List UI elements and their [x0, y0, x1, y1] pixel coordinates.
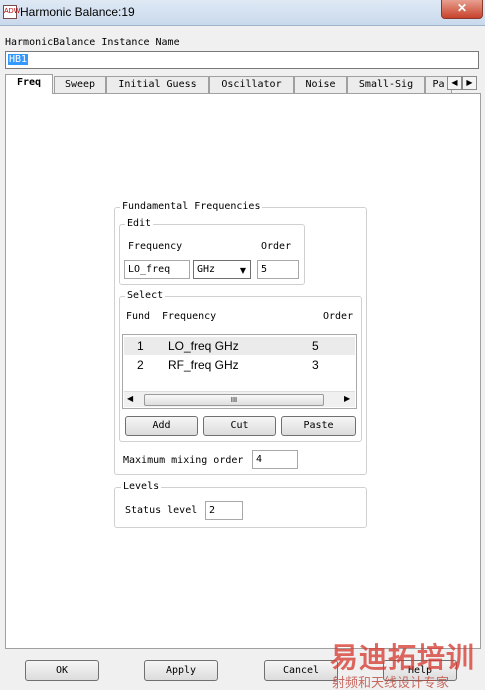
close-button[interactable]: ✕	[441, 0, 483, 19]
frequency-input[interactable]: LO_freq	[124, 260, 190, 279]
tab-scroll-left-icon[interactable]: ◀	[447, 76, 462, 90]
app-icon: ADW	[3, 5, 20, 19]
tab-freq[interactable]: Freq	[5, 74, 53, 94]
chevron-down-icon: ▼	[239, 266, 246, 275]
column-frequency: Frequency	[162, 311, 217, 322]
instance-name-value: HB1	[8, 54, 29, 65]
horizontal-scrollbar[interactable]: ◀ III ▶	[124, 391, 355, 407]
column-order: Order	[323, 311, 354, 322]
window-title: Harmonic Balance:19	[20, 5, 135, 19]
status-level-label: Status level	[125, 505, 198, 516]
instance-name-input[interactable]: HB1	[5, 51, 479, 69]
max-mixing-order-label: Maximum mixing order	[123, 455, 244, 466]
tab-sweep[interactable]: Sweep	[54, 76, 106, 93]
list-item[interactable]: 2 RF_freq GHz 3	[124, 356, 355, 374]
scroll-thumb[interactable]: III	[144, 394, 324, 406]
tab-initial-guess[interactable]: Initial Guess	[106, 76, 209, 93]
list-item-fund: 1	[137, 339, 144, 353]
list-item-fund: 2	[137, 358, 144, 372]
cancel-button[interactable]: Cancel	[264, 660, 338, 681]
tab-noise[interactable]: Noise	[294, 76, 347, 93]
levels-title: Levels	[121, 481, 162, 492]
unit-select[interactable]: GHz ▼	[193, 260, 251, 279]
column-fund: Fund	[126, 311, 151, 322]
list-item[interactable]: 1 LO_freq GHz 5	[124, 337, 355, 355]
unit-select-value: GHz	[197, 264, 216, 275]
edit-title: Edit	[125, 218, 154, 229]
apply-button[interactable]: Apply	[144, 660, 218, 681]
help-button[interactable]: Help	[383, 660, 457, 681]
frequency-list[interactable]: 1 LO_freq GHz 5 2 RF_freq GHz 3 ◀ III ▶	[122, 334, 357, 409]
tab-scroll-right-icon[interactable]: ▶	[462, 76, 477, 90]
title-bar: ADW Harmonic Balance:19 ✕	[0, 0, 485, 26]
tab-bar: Freq Sweep Initial Guess Oscillator Nois…	[5, 74, 481, 94]
list-item-frequency: RF_freq GHz	[168, 358, 239, 372]
order-input[interactable]: 5	[257, 260, 299, 279]
select-title: Select	[125, 290, 166, 301]
frequency-label: Frequency	[128, 241, 183, 252]
instance-name-label: HarmonicBalance Instance Name	[5, 37, 180, 48]
list-item-frequency: LO_freq GHz	[168, 339, 239, 353]
order-label: Order	[261, 241, 292, 252]
fundamental-frequencies-title: Fundamental Frequencies	[120, 201, 263, 212]
list-item-order: 5	[312, 339, 319, 353]
tab-oscillator[interactable]: Oscillator	[209, 76, 294, 93]
tab-small-sig[interactable]: Small-Sig	[347, 76, 425, 93]
list-item-order: 3	[312, 358, 319, 372]
tab-scroll-controls: ◀ ▶	[447, 76, 477, 90]
status-level-input[interactable]: 2	[205, 501, 243, 520]
ok-button[interactable]: OK	[25, 660, 99, 681]
add-button[interactable]: Add	[125, 416, 198, 436]
scroll-left-icon[interactable]: ◀	[127, 394, 133, 403]
dialog-button-bar: OK Apply Cancel Help	[0, 650, 485, 690]
max-mixing-order-input[interactable]: 4	[252, 450, 298, 469]
paste-button[interactable]: Paste	[281, 416, 356, 436]
scroll-right-icon[interactable]: ▶	[344, 394, 350, 403]
cut-button[interactable]: Cut	[203, 416, 276, 436]
